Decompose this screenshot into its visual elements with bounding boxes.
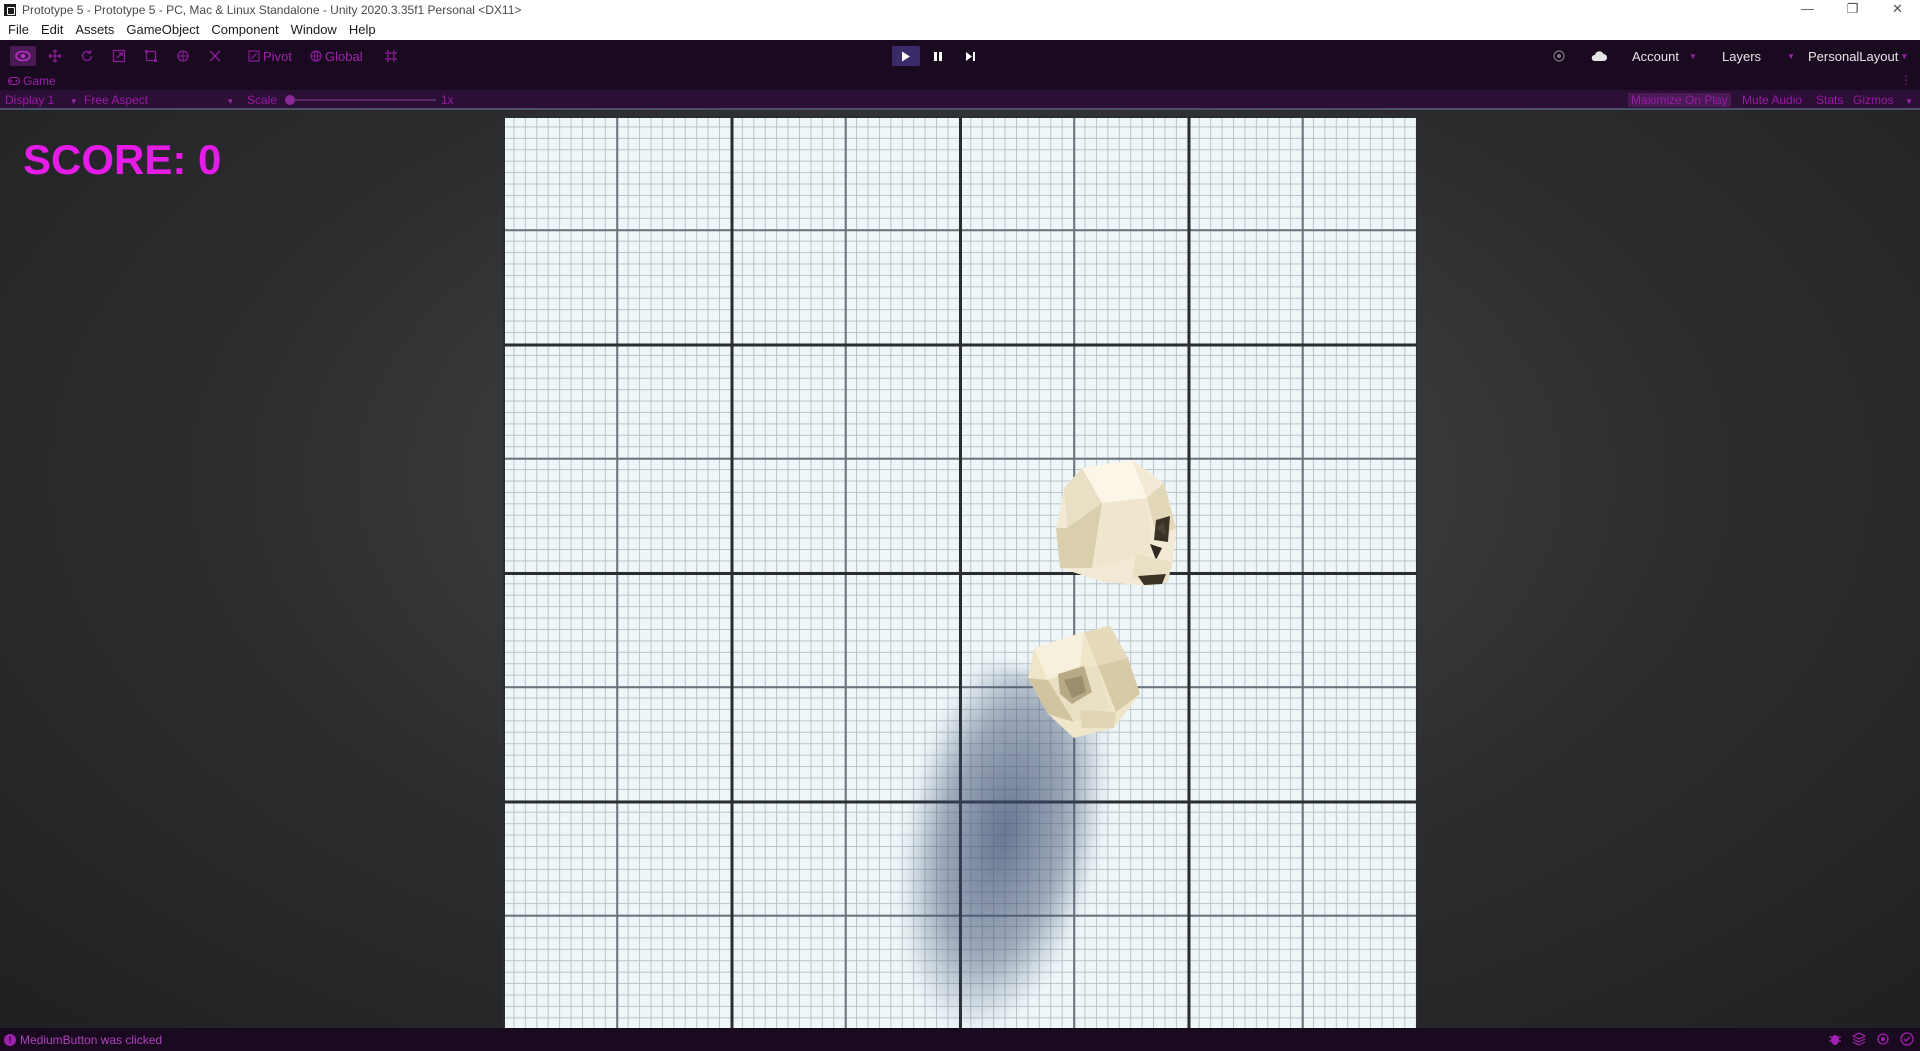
play-button[interactable]	[892, 46, 920, 66]
game-tab-bar: Game ⋮	[0, 72, 1920, 90]
play-icon	[902, 51, 910, 61]
scale-value: 1x	[441, 93, 454, 107]
collab-icon	[1553, 50, 1565, 62]
restore-button[interactable]: ❐	[1830, 0, 1875, 19]
globe-icon	[310, 50, 322, 62]
rotate-icon	[81, 50, 93, 62]
rect-transform-icon	[145, 50, 157, 62]
maximize-on-play-toggle[interactable]: Maximize On Play	[1628, 93, 1731, 107]
cloud-button[interactable]	[1590, 46, 1608, 66]
global-toggle[interactable]: Global	[306, 46, 367, 66]
tab-game[interactable]: Game	[8, 74, 56, 88]
pivot-toggle[interactable]: Pivot	[244, 46, 296, 66]
game-view-toolbar: Display 1 ▼ Free Aspect ▼ Scale 1x Maxim…	[0, 90, 1920, 110]
global-label: Global	[325, 48, 363, 64]
mute-audio-toggle[interactable]: Mute Audio	[1742, 93, 1802, 107]
chevron-down-icon: ▼	[1900, 51, 1909, 61]
game-viewport[interactable]: SCORE: 0	[0, 110, 1920, 1028]
menu-window[interactable]: Window	[291, 22, 337, 37]
cloud-icon	[1591, 51, 1607, 61]
layers-dropdown[interactable]: Layers ▼	[1716, 46, 1801, 66]
gamepad-icon	[8, 77, 20, 85]
close-button[interactable]: ✕	[1875, 0, 1920, 19]
scale-tool-button[interactable]	[106, 46, 132, 66]
pause-icon	[934, 51, 942, 61]
rotate-tool-button[interactable]	[74, 46, 100, 66]
scale-label: Scale	[247, 93, 278, 107]
menu-gameobject[interactable]: GameObject	[126, 22, 199, 37]
menu-file[interactable]: File	[8, 22, 29, 37]
view-tool-button[interactable]	[10, 46, 36, 66]
menu-bar: File Edit Assets GameObject Component Wi…	[0, 19, 1920, 40]
layout-dropdown[interactable]: PersonalLayout ▼	[1802, 46, 1915, 66]
layout-label: PersonalLayout	[1808, 48, 1899, 64]
move-arrows-icon	[48, 49, 62, 63]
chevron-down-icon: ▼	[69, 97, 78, 106]
aspect-dropdown[interactable]: Free Aspect ▼	[84, 93, 234, 107]
pivot-label: Pivot	[263, 48, 292, 64]
transform-tool-button[interactable]	[170, 46, 196, 66]
settings-icon[interactable]	[1876, 1032, 1890, 1046]
bug-icon[interactable]	[1828, 1032, 1842, 1046]
scale-slider-handle[interactable]	[285, 95, 295, 105]
account-label: Account	[1632, 48, 1679, 64]
minimize-button[interactable]: —	[1785, 0, 1830, 19]
tools-icon	[209, 50, 221, 62]
layers-icon[interactable]	[1852, 1032, 1866, 1046]
skull-target-upper[interactable]	[1052, 458, 1184, 598]
main-toolbar: Pivot Global Account ▼ Layers ▼ PersonalLa…	[0, 40, 1920, 72]
menu-component[interactable]: Component	[211, 22, 278, 37]
score-text: SCORE: 0	[23, 136, 222, 183]
step-icon	[965, 51, 975, 61]
menu-edit[interactable]: Edit	[41, 22, 63, 37]
display-label: Display 1	[5, 93, 55, 107]
gizmos-label: Gizmos	[1853, 93, 1894, 107]
scale-icon	[112, 49, 126, 63]
collab-button[interactable]	[1552, 46, 1566, 66]
unity-logo-icon	[4, 3, 16, 16]
display-dropdown[interactable]: Display 1 ▼	[5, 93, 78, 107]
tab-game-label: Game	[23, 74, 56, 88]
menu-assets[interactable]: Assets	[75, 22, 114, 37]
status-message[interactable]: MediumButton was clicked	[20, 1033, 162, 1047]
skull-target-lower[interactable]	[1024, 618, 1144, 740]
grid-snap-button[interactable]	[378, 46, 404, 66]
status-bar: ! MediumButton was clicked	[0, 1028, 1920, 1051]
move-tool-button[interactable]	[42, 46, 68, 66]
eye-icon	[15, 50, 31, 62]
chevron-down-icon: ▼	[1787, 51, 1795, 61]
rect-tool-button[interactable]	[138, 46, 164, 66]
step-button[interactable]	[956, 46, 984, 66]
menu-help[interactable]: Help	[349, 22, 376, 37]
transform-icon	[177, 50, 189, 62]
chevron-down-icon: ▼	[1688, 51, 1697, 61]
custom-tool-button[interactable]	[202, 46, 228, 66]
scale-slider-track[interactable]	[290, 99, 436, 101]
account-dropdown[interactable]: Account ▼	[1626, 46, 1703, 66]
pause-button[interactable]	[924, 46, 952, 66]
checkmark-circle-icon[interactable]	[1900, 1032, 1914, 1046]
chevron-down-icon: ▼	[226, 97, 235, 106]
aspect-label: Free Aspect	[84, 93, 149, 107]
window-title: Prototype 5 - Prototype 5 - PC, Mac & Li…	[22, 2, 522, 17]
stats-toggle[interactable]: Stats	[1816, 93, 1843, 107]
gizmos-dropdown[interactable]: Gizmos ▼	[1853, 93, 1913, 107]
chevron-down-icon: ▼	[1905, 97, 1913, 106]
grid-snap-icon	[385, 50, 397, 62]
layers-label: Layers	[1722, 48, 1762, 64]
pivot-icon	[248, 50, 260, 62]
window-controls: — ❐ ✕	[1785, 0, 1920, 19]
info-icon: !	[4, 1033, 16, 1046]
window-title-bar: Prototype 5 - Prototype 5 - PC, Mac & Li…	[0, 0, 1920, 19]
more-options-icon[interactable]: ⋮	[1900, 73, 1912, 87]
status-icons	[1828, 1032, 1914, 1046]
